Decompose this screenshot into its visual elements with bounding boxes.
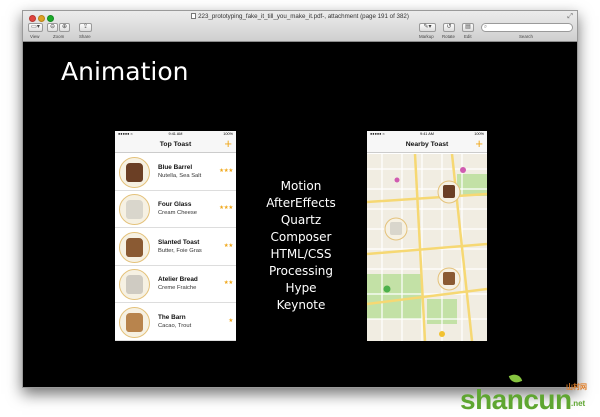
rotate-label: Rotate [442, 34, 455, 39]
zoom-in-icon: ⊕ [61, 24, 68, 30]
item-name: The Barn [158, 313, 186, 321]
tool-item: HTML/CSS [270, 247, 332, 261]
rotate-button[interactable]: ↺ [443, 23, 455, 32]
tool-item: Quartz Composer [270, 213, 332, 244]
item-name: Four Glass [158, 201, 192, 209]
map-poi [383, 285, 391, 293]
share-icon: ⇪ [82, 24, 89, 30]
search-label: Search [519, 34, 533, 39]
item-rating: ★★★ [219, 205, 233, 212]
phone-top-toast: ●●●●● ≈ 9:41 AM 100% Top Toast + Blue Ba… [115, 131, 236, 341]
item-subtitle: Butter, Foie Gras [158, 247, 202, 254]
item-subtitle: Cacao, Trout [158, 322, 192, 329]
list-item[interactable]: Atelier Bread Creme Fraiche ★★ [115, 266, 236, 304]
map-poi [394, 177, 400, 183]
zoom-out-icon: ⊖ [49, 24, 56, 30]
toast-thumbnail [119, 269, 150, 301]
item-name: Blue Barrel [158, 164, 193, 171]
map-pin [437, 267, 461, 291]
list-item[interactable]: Blue Barrel Nutella, Sea Salt ★★★ [115, 154, 236, 191]
add-icon[interactable]: + [224, 137, 232, 151]
title-bar: 223_prototyping_fake_it_till_you_make_it… [23, 11, 577, 42]
pen-icon: ✎▾ [423, 24, 432, 30]
map-poi [460, 167, 466, 173]
toast-thumbnail [119, 306, 150, 338]
zoom-in-button[interactable]: ⊕ [59, 23, 70, 32]
watermark-suffix: .net [571, 399, 586, 408]
toast-image [126, 237, 143, 257]
list-item[interactable]: Four Glass Cream Cheese ★★★ [115, 191, 236, 229]
list-item[interactable]: Slanted Toast Butter, Foie Gras ★★ [115, 229, 236, 266]
tool-item: Processing [268, 264, 334, 278]
toast-image [126, 200, 143, 220]
markup-label: Markup [419, 34, 434, 39]
share-label: Share [79, 34, 91, 39]
toolbox-icon: ▤ [465, 24, 471, 30]
toast-image [126, 163, 143, 182]
toast-image [126, 275, 143, 295]
nav-bar: Top Toast + [115, 137, 236, 153]
map[interactable] [367, 154, 487, 341]
edit-label: Edit [464, 34, 472, 39]
map-poi [439, 331, 445, 337]
slide-title: Animation [61, 57, 189, 86]
add-icon[interactable]: + [475, 137, 483, 151]
fullscreen-icon[interactable]: ⤢ [567, 13, 573, 21]
zoom-out-button[interactable]: ⊖ [47, 23, 58, 32]
view-label: View [30, 34, 40, 39]
item-subtitle: Cream Cheese [158, 210, 197, 217]
nav-title: Top Toast [159, 141, 192, 148]
window-title-text: 223_prototyping_fake_it_till_you_make_it… [198, 13, 409, 20]
share-button[interactable]: ⇪ [79, 23, 92, 32]
status-time: 9:41 AM [420, 132, 434, 136]
watermark-text: shancun [460, 384, 572, 415]
item-subtitle: Nutella, Sea Salt [158, 173, 202, 179]
tool-item: Hype [285, 281, 317, 295]
search-input[interactable]: ⌕ [481, 23, 573, 32]
map-park [367, 274, 422, 319]
document-icon [191, 13, 197, 19]
edit-button[interactable]: ▤ [462, 23, 474, 32]
tool-item: Motion [280, 179, 322, 193]
item-rating: ★★ [223, 242, 234, 249]
item-rating: ★★★ [219, 168, 233, 174]
toast-image [126, 312, 143, 332]
rotate-icon: ↺ [446, 24, 452, 30]
item-subtitle: Creme Fraiche [158, 285, 197, 292]
item-name: Slanted Toast [158, 238, 200, 246]
map-pin [384, 217, 408, 241]
view-button[interactable]: ▭▾ [28, 23, 43, 32]
map-pin [437, 180, 461, 204]
markup-button[interactable]: ✎▾ [419, 23, 436, 32]
slide: Animation ●●●●● ≈ 9:41 AM 100% Top Toast… [23, 43, 577, 387]
tool-item: AfterEffects [266, 196, 336, 210]
status-time: 9:41 AM [168, 132, 183, 136]
window-title: 223_prototyping_fake_it_till_you_make_it… [23, 13, 577, 20]
toast-thumbnail [119, 157, 150, 188]
tool-item: Keynote [276, 298, 326, 312]
sidebar-icon: ▭▾ [31, 24, 40, 30]
item-rating: ★★ [223, 280, 234, 287]
toast-thumbnail [119, 194, 150, 226]
nav-bar: Nearby Toast + [367, 137, 487, 153]
toast-thumbnail [119, 231, 150, 263]
phone-nearby-toast: ●●●●● ≈ 9:41 AM 100% Nearby Toast + [367, 131, 487, 341]
item-rating: ★ [228, 317, 233, 324]
watermark-cn: 山村网 [566, 384, 587, 391]
preview-window: 223_prototyping_fake_it_till_you_make_it… [22, 10, 578, 388]
search-icon: ⌕ [484, 24, 488, 30]
list-item[interactable]: The Barn Cacao, Trout ★ [115, 304, 236, 341]
nav-title: Nearby Toast [405, 141, 449, 148]
zoom-label: Zoom [53, 34, 65, 39]
item-name: Atelier Bread [158, 276, 198, 284]
tools-list: Motion AfterEffects Quartz Composer HTML… [251, 178, 351, 314]
